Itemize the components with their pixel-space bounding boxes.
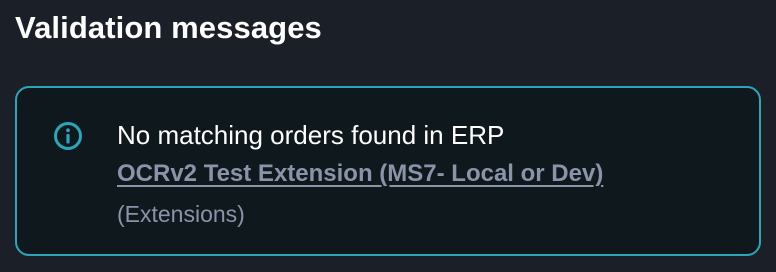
message-text: No matching orders found in ERP — [117, 120, 505, 150]
extension-link[interactable]: OCRv2 Test Extension (MS7- Local or Dev) — [117, 158, 603, 190]
source-category: (Extensions) — [117, 201, 245, 227]
validation-message-panel: No matching orders found in ERP OCRv2 Te… — [15, 86, 761, 256]
section-title: Validation messages — [15, 10, 322, 45]
info-icon — [53, 121, 83, 151]
